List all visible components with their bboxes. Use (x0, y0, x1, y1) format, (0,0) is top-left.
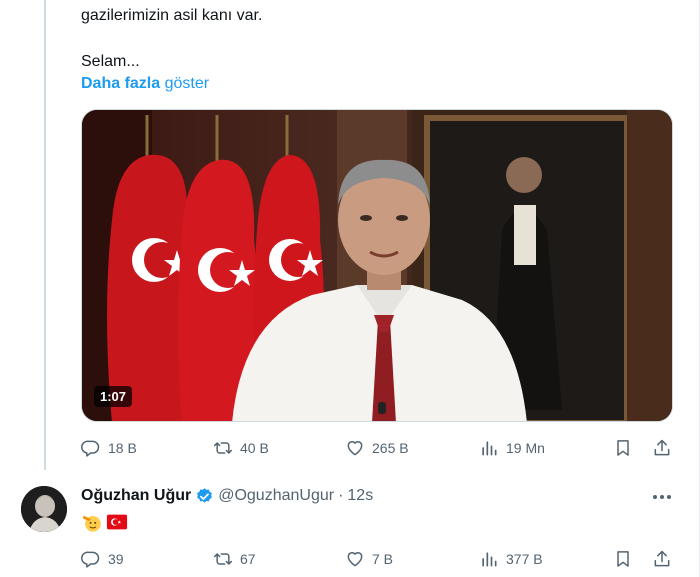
saluting-face-emoji-icon (82, 515, 101, 532)
more-icon[interactable] (650, 487, 674, 507)
repost-count: 67 (240, 551, 256, 567)
like-button[interactable]: 7 B (345, 547, 393, 571)
avatar-photo (21, 486, 67, 532)
share-icon (654, 439, 670, 456)
repost-button[interactable]: 40 B (213, 436, 269, 460)
reply-action-bar: 39 67 7 B 377 B (81, 547, 673, 571)
like-button[interactable]: 265 B (345, 436, 409, 460)
like-icon (347, 441, 363, 456)
bookmark-icon (617, 440, 629, 456)
share-icon (654, 550, 670, 567)
verified-badge-icon (197, 487, 213, 503)
views-icon (482, 441, 497, 456)
reply-content (81, 511, 128, 533)
repost-count: 40 B (240, 440, 269, 456)
video-thumbnail (82, 110, 672, 421)
bookmark-icon (617, 551, 629, 567)
tweet-action-bar: 18 B 40 B 265 B 19 Mn (81, 436, 673, 460)
share-button[interactable] (652, 436, 672, 460)
show-more-link[interactable]: Daha fazla göster (81, 74, 209, 94)
reply-author-handle[interactable]: @OguzhanUgur (218, 486, 334, 506)
reply-timestamp[interactable]: 12s (347, 486, 373, 506)
video-duration-badge: 1:07 (94, 386, 133, 407)
reply-button[interactable]: 18 B (81, 436, 137, 460)
repost-icon (213, 442, 233, 454)
bookmark-button[interactable] (613, 436, 633, 460)
reply-count: 39 (108, 551, 124, 567)
show-more-bold: Daha fazla (81, 75, 161, 92)
turkey-flag-emoji-icon (106, 514, 128, 530)
thread-connector-line (44, 0, 46, 470)
video-player[interactable]: 1:07 (81, 109, 673, 422)
bookmark-button[interactable] (613, 547, 633, 571)
reply-author-avatar[interactable] (21, 486, 67, 532)
share-button[interactable] (652, 547, 672, 571)
views-count: 19 Mn (506, 440, 545, 456)
header-separator: · (338, 487, 344, 504)
views-button[interactable]: 19 Mn (479, 436, 545, 460)
like-icon (347, 552, 363, 567)
views-count: 377 B (506, 551, 543, 567)
show-more-rest: göster (160, 75, 210, 92)
repost-button[interactable]: 67 (213, 547, 256, 571)
views-icon (482, 552, 497, 567)
repost-icon (213, 553, 233, 565)
reply-button[interactable]: 39 (81, 547, 124, 571)
like-count: 7 B (372, 551, 394, 567)
reply-icon (81, 440, 100, 457)
tweet-text-line: gazilerimizin asil kanı var. (81, 7, 263, 24)
like-count: 265 B (372, 440, 409, 456)
tweet-text-greeting: Selam... (81, 53, 140, 70)
reply-count: 18 B (108, 440, 137, 456)
reply-header: Oğuzhan Uğur @OguzhanUgur · 12s (81, 486, 373, 506)
views-button[interactable]: 377 B (479, 547, 543, 571)
reply-author-name[interactable]: Oğuzhan Uğur (81, 486, 191, 506)
reply-icon (81, 551, 100, 568)
